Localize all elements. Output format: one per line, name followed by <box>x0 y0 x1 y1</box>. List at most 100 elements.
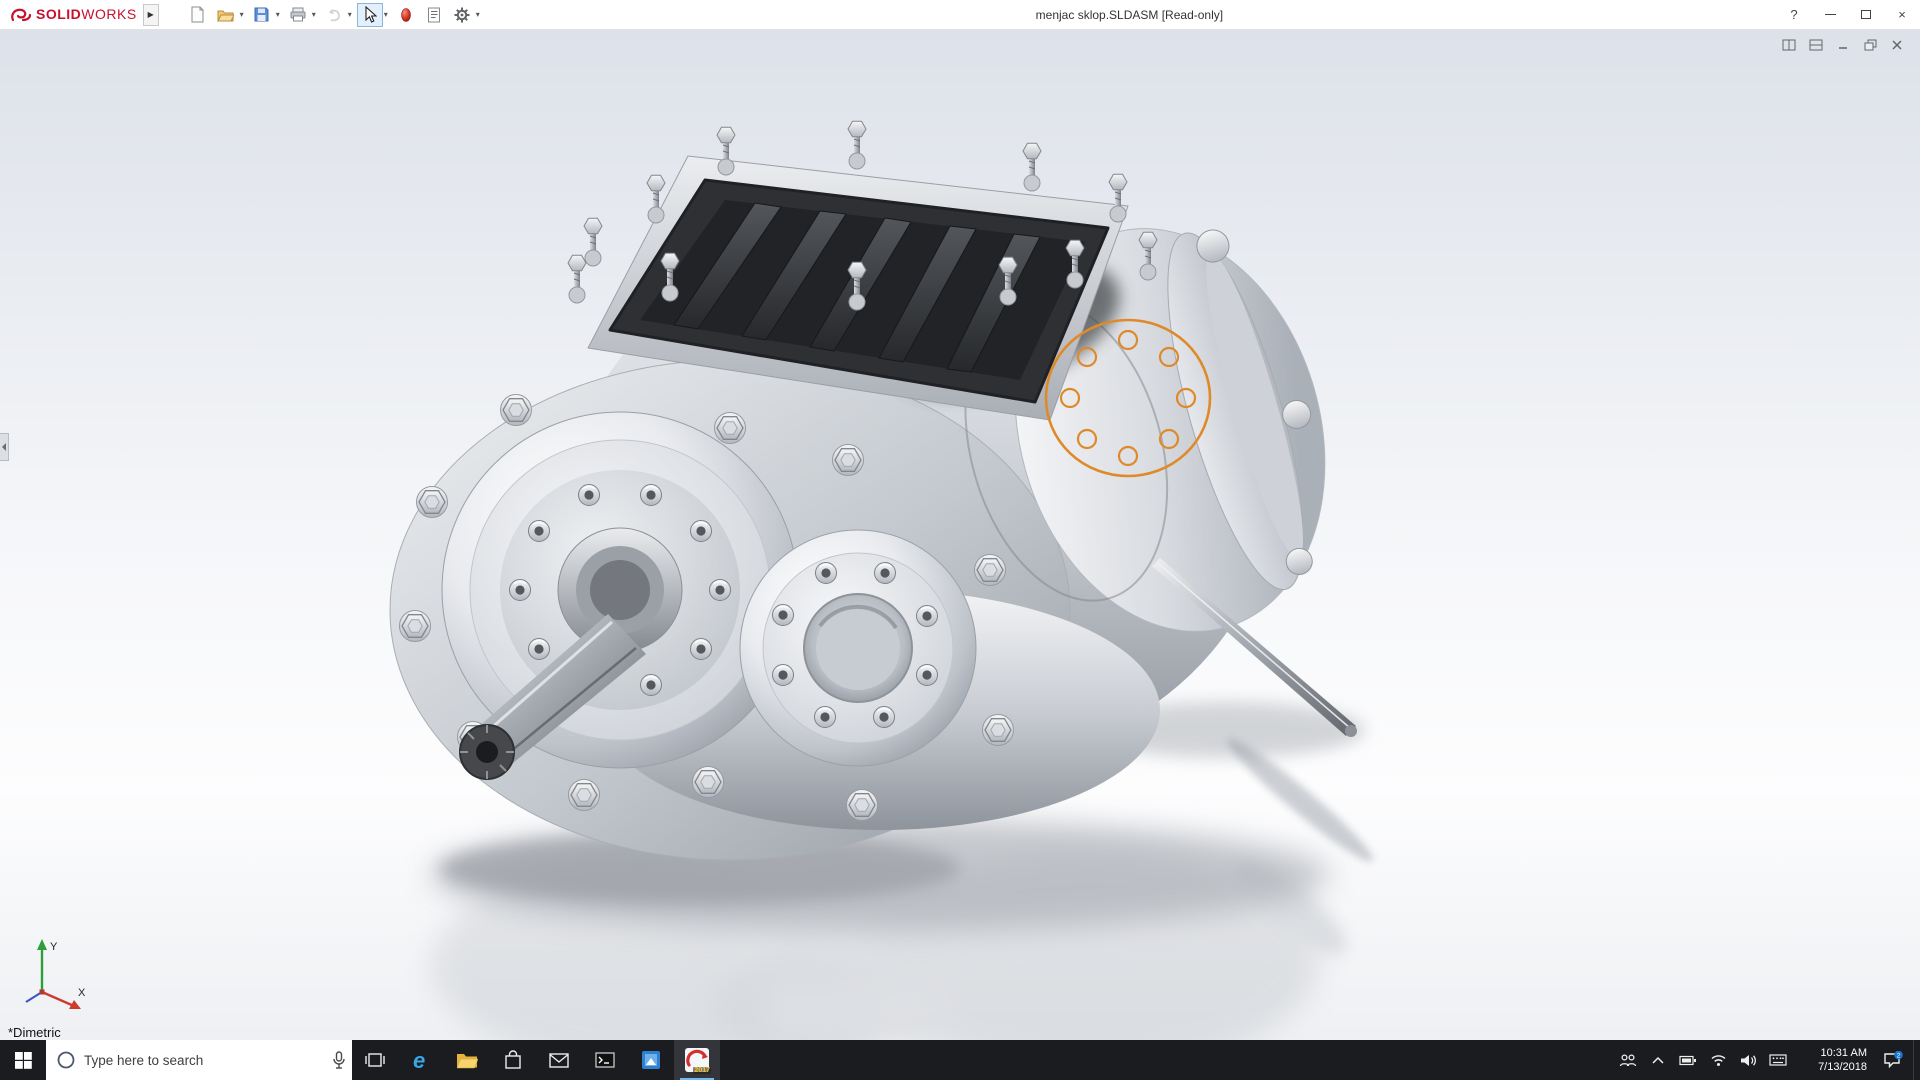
window-controls: ? × <box>1776 0 1920 29</box>
document-minimize-button[interactable] <box>1834 36 1852 54</box>
close-button[interactable]: × <box>1884 0 1920 29</box>
solidworks-logo: SOLIDWORKS <box>0 6 143 24</box>
terminal-icon <box>595 1052 615 1068</box>
solidworks-version-badge: 2017 <box>693 1067 711 1074</box>
minimize-button[interactable] <box>1812 0 1848 29</box>
show-desktop-button[interactable] <box>1913 1040 1920 1080</box>
undo-button[interactable] <box>321 3 347 27</box>
open-icon <box>217 8 234 22</box>
touch-keyboard-icon <box>1769 1054 1787 1066</box>
second-flange[interactable] <box>740 530 976 766</box>
save-button[interactable] <box>249 3 275 27</box>
flyout-arrow-icon: ▶ <box>148 10 154 19</box>
options-button[interactable] <box>449 3 475 27</box>
ds-logo-icon <box>10 7 32 23</box>
split-pane-vertical-button[interactable] <box>1807 36 1825 54</box>
minimize-icon <box>1825 14 1836 15</box>
open-button[interactable] <box>213 3 239 27</box>
document-title: menjac sklop.SLDASM [Read-only] <box>483 8 1776 22</box>
windows-logo-icon <box>15 1052 32 1069</box>
help-icon: ? <box>1790 7 1797 22</box>
brand-solid-text: SOLID <box>36 6 81 22</box>
volume-button[interactable] <box>1733 1040 1763 1080</box>
svg-text:e: e <box>413 1048 425 1072</box>
action-center-button[interactable]: 2 <box>1873 1040 1913 1080</box>
menu-flyout-button[interactable]: ▶ <box>143 4 159 26</box>
document-minimize-icon <box>1837 39 1849 51</box>
select-dropdown-arrow[interactable]: ▾ <box>384 10 388 19</box>
taskbar-search[interactable] <box>46 1040 352 1080</box>
document-close-icon <box>1891 39 1903 51</box>
chevron-up-icon <box>1651 1055 1665 1065</box>
action-center-badge: 2 <box>1897 1053 1901 1060</box>
cortana-icon <box>56 1050 76 1070</box>
people-button[interactable] <box>1613 1040 1643 1080</box>
volume-icon <box>1740 1053 1757 1068</box>
split-pane-horizontal-button[interactable] <box>1780 36 1798 54</box>
standard-toolbar: ▾ ▾ ▾ ▾ ▾ ▾ <box>185 3 483 27</box>
new-document-icon <box>190 6 205 23</box>
store-button[interactable] <box>490 1040 536 1080</box>
titlebar: SOLIDWORKS ▶ ▾ ▾ ▾ ▾ ▾ <box>0 0 1920 30</box>
terminal-button[interactable] <box>582 1040 628 1080</box>
search-input[interactable] <box>84 1053 324 1068</box>
solidworks-taskbar-button[interactable]: 2017 <box>674 1040 720 1080</box>
reference-triad: Y X <box>14 934 98 1018</box>
edit-appearance-button[interactable] <box>393 3 419 27</box>
edge-icon: e <box>409 1048 433 1072</box>
save-dropdown-arrow[interactable]: ▾ <box>276 10 280 19</box>
new-document-button[interactable] <box>185 3 211 27</box>
options-gear-icon <box>454 7 470 23</box>
print-dropdown-arrow[interactable]: ▾ <box>312 10 316 19</box>
print-icon <box>290 7 306 22</box>
select-cursor-icon <box>363 6 377 23</box>
print-button[interactable] <box>285 3 311 27</box>
featuremanager-splitter[interactable] <box>0 433 9 461</box>
options-dropdown-arrow[interactable]: ▾ <box>476 10 480 19</box>
photos-button[interactable] <box>628 1040 674 1080</box>
file-properties-button[interactable] <box>421 3 447 27</box>
windows-taskbar: e 2017 <box>0 1040 1920 1080</box>
view-orientation-label: *Dimetric <box>8 1025 61 1040</box>
y-axis-arrow <box>37 939 47 950</box>
tray-overflow-button[interactable] <box>1643 1040 1673 1080</box>
store-icon <box>504 1050 522 1070</box>
split-pane-horizontal-icon <box>1782 39 1796 51</box>
graphics-area[interactable]: Y X *Dimetric <box>0 30 1920 1040</box>
taskbar-empty-space <box>720 1040 1613 1080</box>
touch-keyboard-button[interactable] <box>1763 1040 1793 1080</box>
people-icon <box>1619 1053 1637 1068</box>
network-wifi-icon <box>1710 1053 1727 1067</box>
task-view-icon <box>365 1052 385 1068</box>
undo-icon <box>326 8 342 22</box>
gearbox-model[interactable] <box>0 30 1920 1040</box>
start-button[interactable] <box>0 1040 46 1080</box>
edge-button[interactable]: e <box>398 1040 444 1080</box>
document-restore-button[interactable] <box>1861 36 1879 54</box>
select-button[interactable] <box>357 3 383 27</box>
maximize-button[interactable] <box>1848 0 1884 29</box>
mail-icon <box>549 1053 569 1068</box>
file-explorer-button[interactable] <box>444 1040 490 1080</box>
y-axis-label: Y <box>50 941 58 953</box>
battery-button[interactable] <box>1673 1040 1703 1080</box>
network-button[interactable] <box>1703 1040 1733 1080</box>
action-center-icon: 2 <box>1883 1051 1903 1069</box>
document-close-button[interactable] <box>1888 36 1906 54</box>
help-button[interactable]: ? <box>1776 0 1812 29</box>
microphone-icon[interactable] <box>332 1051 346 1070</box>
battery-icon <box>1679 1054 1697 1067</box>
open-dropdown-arrow[interactable]: ▾ <box>240 10 244 19</box>
file-explorer-icon <box>456 1051 478 1069</box>
undo-dropdown-arrow[interactable]: ▾ <box>348 10 352 19</box>
brand-works-text: WORKS <box>81 6 136 22</box>
clock-time: 10:31 AM <box>1821 1046 1867 1060</box>
file-properties-icon <box>427 7 441 23</box>
task-view-button[interactable] <box>352 1040 398 1080</box>
maximize-icon <box>1861 10 1871 19</box>
mail-button[interactable] <box>536 1040 582 1080</box>
taskbar-clock[interactable]: 10:31 AM 7/13/2018 <box>1793 1040 1873 1080</box>
close-icon: × <box>1898 7 1906 22</box>
photos-icon <box>641 1050 661 1070</box>
clock-date: 7/13/2018 <box>1818 1060 1867 1074</box>
